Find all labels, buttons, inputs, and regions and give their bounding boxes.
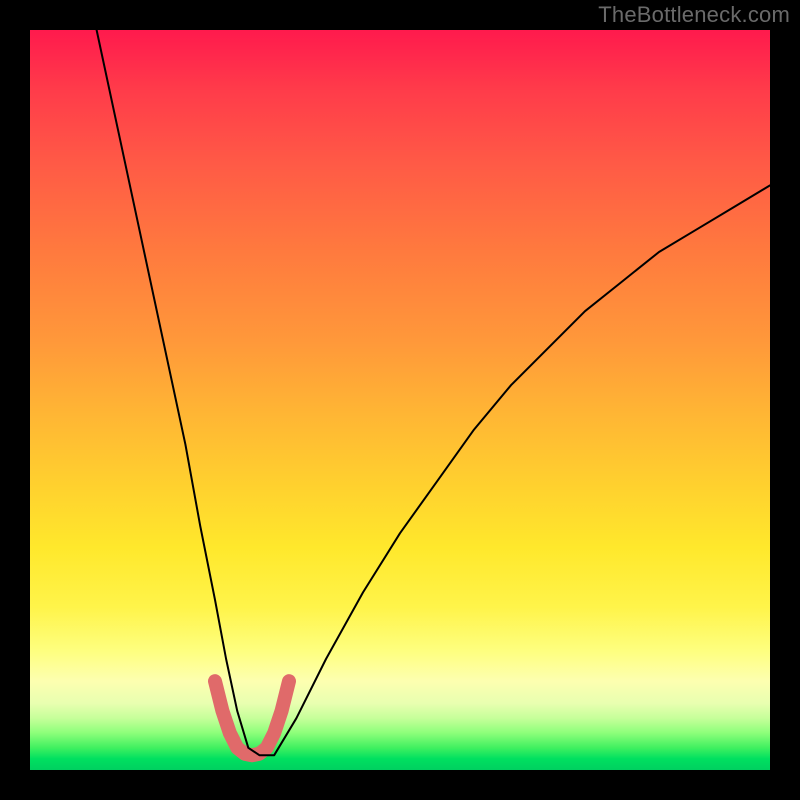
- plot-area: [30, 30, 770, 770]
- curve-layer: [30, 30, 770, 770]
- watermark-text: TheBottleneck.com: [598, 2, 790, 28]
- primary-curve: [97, 30, 770, 755]
- bottom-highlight: [215, 681, 289, 755]
- chart-frame: TheBottleneck.com: [0, 0, 800, 800]
